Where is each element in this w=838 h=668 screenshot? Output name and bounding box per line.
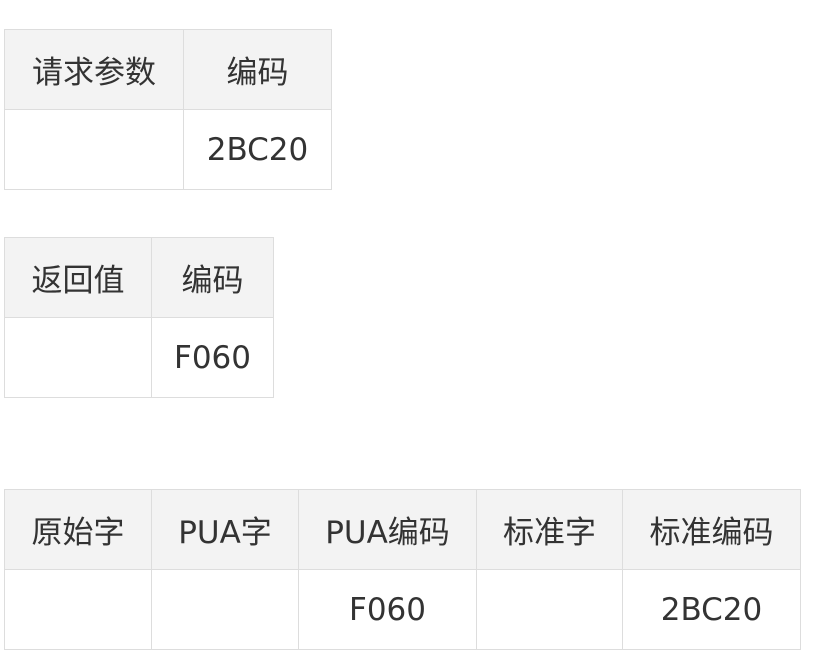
- request-param-table: 请求参数 编码 𫰠 2BC20: [4, 29, 332, 190]
- table-row: 𫰠 F060 𫰠 2BC20: [5, 570, 801, 650]
- table-header-row: 请求参数 编码: [5, 30, 332, 110]
- pua-char-cell: [152, 570, 299, 650]
- header-code: 编码: [152, 238, 274, 318]
- return-value-table: 返回值 编码 F060: [4, 237, 274, 398]
- table-row: F060: [5, 318, 274, 398]
- standard-code-cell: 2BC20: [623, 570, 801, 650]
- header-code: 编码: [184, 30, 332, 110]
- header-request-param: 请求参数: [5, 30, 184, 110]
- return-code-cell: F060: [152, 318, 274, 398]
- header-standard-code: 标准编码: [623, 490, 801, 570]
- character-mapping-table: 原始字 PUA字 PUA编码 标准字 标准编码 𫰠 F060 𫰠 2BC20: [4, 489, 801, 650]
- standard-char-cell: 𫰠: [477, 570, 623, 650]
- request-char-cell: 𫰠: [5, 110, 184, 190]
- header-pua-char: PUA字: [152, 490, 299, 570]
- original-char-cell: 𫰠: [5, 570, 152, 650]
- table-header-row: 返回值 编码: [5, 238, 274, 318]
- pua-code-cell: F060: [299, 570, 477, 650]
- header-pua-code: PUA编码: [299, 490, 477, 570]
- request-code-cell: 2BC20: [184, 110, 332, 190]
- header-standard-char: 标准字: [477, 490, 623, 570]
- table-row: 𫰠 2BC20: [5, 110, 332, 190]
- header-original-char: 原始字: [5, 490, 152, 570]
- table-header-row: 原始字 PUA字 PUA编码 标准字 标准编码: [5, 490, 801, 570]
- header-return-value: 返回值: [5, 238, 152, 318]
- return-char-link[interactable]: [5, 318, 152, 398]
